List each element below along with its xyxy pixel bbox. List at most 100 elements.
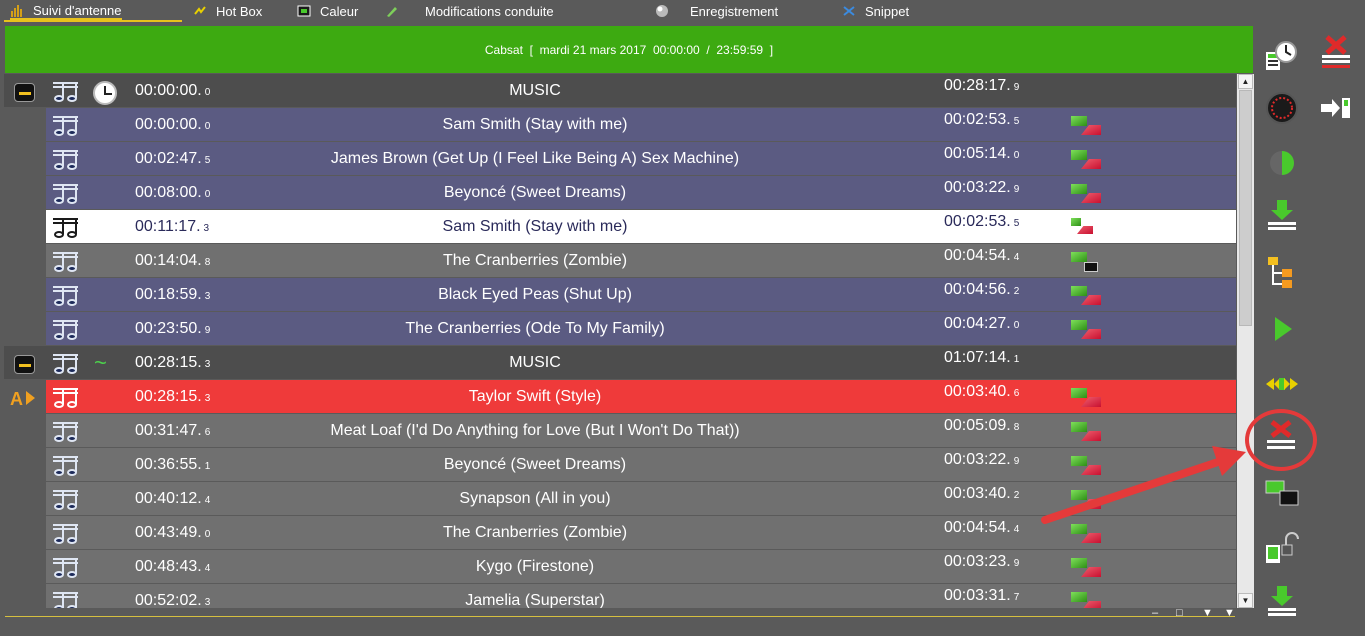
download-button[interactable] xyxy=(1264,198,1300,234)
vertical-scrollbar[interactable]: ▲ ▼ xyxy=(1237,74,1254,608)
tab-label: Suivi d'antenne xyxy=(33,2,122,18)
collapse-toggle-button[interactable] xyxy=(14,83,35,102)
table-row[interactable]: 00:52:02. 3 Jamelia (Superstar) 00:03:31. 7 xyxy=(0,584,1236,608)
swap-color-button[interactable] xyxy=(1264,477,1300,513)
status-flag-icon[interactable] xyxy=(1071,558,1101,578)
insert-arrow-button[interactable] xyxy=(1318,90,1354,126)
tab-modifications-conduite[interactable]: Modifications conduite xyxy=(385,2,554,20)
tab-snippet[interactable]: Snippet xyxy=(842,2,909,20)
duration-main: 00:03:22. xyxy=(944,451,1011,468)
duration-main: 01:07:14. xyxy=(944,349,1011,366)
track-title: The Cranberries (Zombie) xyxy=(442,252,628,269)
duration: 00:04:27. 0 xyxy=(944,307,1019,341)
tree-button[interactable] xyxy=(1264,254,1300,290)
record-dial-button[interactable] xyxy=(1264,90,1300,126)
duration-main: 00:05:14. xyxy=(944,145,1011,162)
table-row[interactable]: 00:11:17. 3 Sam Smith (Stay with me) 00:02:… xyxy=(0,210,1236,244)
hotbox-icon xyxy=(193,4,207,18)
track-title: Kygo (Firestone) xyxy=(475,558,595,575)
status-flag-icon[interactable] xyxy=(1071,388,1101,408)
table-row[interactable]: A 00:28:15. 3 Taylor Swift (Style) 00:03:40.… xyxy=(0,380,1236,414)
track-title: The Cranberries (Ode To My Family) xyxy=(405,320,665,337)
status-flag-icon[interactable] xyxy=(1071,456,1101,476)
duration-main: 00:03:40. xyxy=(944,383,1011,400)
level-meter-icon xyxy=(10,3,24,17)
collapse-down-button[interactable]: ▼ xyxy=(1202,607,1213,619)
tree-icon xyxy=(1268,257,1292,288)
clock-icon xyxy=(93,81,117,105)
schedule-banner: Cabsat [ mardi 21 mars 2017 00:00:00 / 2… xyxy=(5,26,1253,73)
scissors-icon xyxy=(842,4,856,18)
music-note-icon xyxy=(53,490,78,510)
music-note-icon xyxy=(53,592,78,608)
scroll-up-button[interactable]: ▲ xyxy=(1238,74,1253,89)
table-row[interactable]: 00:14:04. 8 The Cranberries (Zombie) 00:04:… xyxy=(0,244,1236,278)
unlock-icon xyxy=(1266,532,1299,563)
download-bottom-button[interactable] xyxy=(1264,584,1300,620)
tab-enregistrement[interactable]: Enregistrement xyxy=(655,2,778,20)
music-note-icon xyxy=(53,388,78,408)
duration-fraction: 4 xyxy=(1013,252,1020,263)
duration-fraction: 2 xyxy=(1013,490,1020,501)
group-header-row[interactable]: 00:00:00. 0 MUSIC 00:28:17. 9 xyxy=(0,74,1236,108)
half-circle-button[interactable] xyxy=(1264,145,1300,181)
table-row[interactable]: 00:31:47. 6 Meat Loaf (I'd Do Anything for… xyxy=(0,414,1236,448)
tab-label: Enregistrement xyxy=(690,3,779,19)
status-flag-icon[interactable] xyxy=(1071,524,1101,544)
status-flag-icon[interactable] xyxy=(1071,320,1101,340)
table-row[interactable]: 00:00:00. 0 Sam Smith (Stay with me) 00:02:… xyxy=(0,108,1236,142)
table-row[interactable]: 00:36:55. 1 Beyoncé (Sweet Dreams) 00:03:22… xyxy=(0,448,1236,482)
status-flag-icon[interactable] xyxy=(1071,150,1101,170)
expand-down-button[interactable]: ▼ xyxy=(1224,607,1235,619)
status-flag-icon[interactable] xyxy=(1071,422,1101,442)
banner-start: 00:00:00 xyxy=(652,42,700,57)
duration-fraction: 0 xyxy=(1013,150,1020,161)
banner-date: mardi 21 mars 2017 xyxy=(539,42,647,57)
table-row[interactable]: 00:08:00. 0 Beyoncé (Sweet Dreams) 00:03:22… xyxy=(0,176,1236,210)
station-name: Cabsat xyxy=(484,42,523,57)
table-row[interactable]: 00:23:50. 9 The Cranberries (Ode To My Fam… xyxy=(0,312,1236,346)
table-row[interactable]: 00:43:49. 0 The Cranberries (Zombie) 00:04:… xyxy=(0,516,1236,550)
duration-main: 00:04:54. xyxy=(944,247,1011,264)
minimize-button[interactable]: – xyxy=(1152,607,1158,619)
music-note-icon xyxy=(53,218,78,238)
expand-arrows-button[interactable] xyxy=(1264,366,1300,402)
table-row[interactable]: 00:40:12. 4 Synapson (All in you) 00:03:40.… xyxy=(0,482,1236,516)
play-button[interactable] xyxy=(1264,311,1300,347)
collapse-toggle-button[interactable] xyxy=(14,355,35,374)
unlock-button[interactable] xyxy=(1264,531,1300,567)
status-flag-icon[interactable] xyxy=(1071,184,1101,204)
status-flag-icon[interactable] xyxy=(1071,490,1101,510)
duration-fraction: 9 xyxy=(1013,82,1020,93)
duration: 00:28:17. 9 xyxy=(944,74,1019,103)
status-flag-icon[interactable] xyxy=(1071,286,1101,306)
download-bottom-icon xyxy=(1268,586,1296,616)
tab-caleur[interactable]: Caleur xyxy=(297,2,358,20)
duration-fraction: 5 xyxy=(1013,218,1020,229)
track-title: Meat Loaf (I'd Do Anything for Love (But… xyxy=(330,422,740,439)
music-note-icon xyxy=(53,320,78,340)
time-sync-button[interactable] xyxy=(1264,38,1300,74)
tab-hot-box[interactable]: Hot Box xyxy=(193,2,262,20)
delete-all-icon xyxy=(1322,35,1350,68)
scroll-thumb[interactable] xyxy=(1239,90,1252,326)
music-note-icon xyxy=(53,252,78,272)
status-flag-icon[interactable] xyxy=(1071,592,1101,608)
status-flag-black-icon[interactable] xyxy=(1071,252,1101,272)
time-sync-icon xyxy=(1266,41,1297,70)
duration: 00:04:54. 4 xyxy=(944,511,1019,545)
status-flag-icon[interactable] xyxy=(1071,116,1101,136)
duration-fraction: 4 xyxy=(1013,524,1020,535)
tab-label: Caleur xyxy=(320,3,359,19)
restore-button[interactable]: □ xyxy=(1176,607,1183,619)
track-title: Black Eyed Peas (Shut Up) xyxy=(438,286,632,303)
group-header-row[interactable]: ~00:28:15. 3 MUSIC 01:07:14. 1 xyxy=(0,346,1236,380)
table-row[interactable]: 00:48:43. 4 Kygo (Firestone) 00:03:23. 9 xyxy=(0,550,1236,584)
table-row[interactable]: 00:18:59. 3 Black Eyed Peas (Shut Up) 00:04… xyxy=(0,278,1236,312)
tab-suivi-antenne[interactable]: Suivi d'antenne xyxy=(10,2,122,20)
delete-all-button[interactable] xyxy=(1318,33,1354,69)
scroll-down-button[interactable]: ▼ xyxy=(1238,593,1253,608)
duration-main: 00:03:23. xyxy=(944,553,1011,570)
table-row[interactable]: 00:02:47. 5 James Brown (Get Up (I Feel Li… xyxy=(0,142,1236,176)
status-flag-icon[interactable] xyxy=(1071,218,1101,238)
